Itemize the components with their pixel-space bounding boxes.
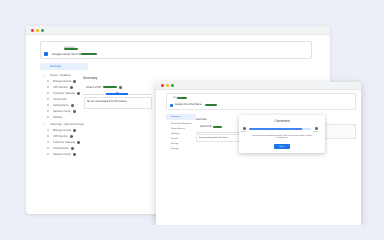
account-icon bbox=[170, 104, 173, 107]
close-dot-icon[interactable] bbox=[31, 28, 34, 32]
sidebar-item-label: VPN Service bbox=[53, 85, 68, 89]
sidebar-item-label: Summary bbox=[50, 65, 62, 68]
redacted-cloud-id bbox=[213, 126, 223, 128]
sidebar-item-label: Manage Access bbox=[53, 79, 72, 83]
source-endpoint-label: Source bbox=[241, 132, 247, 133]
side-card bbox=[320, 124, 356, 139]
info-icon bbox=[70, 103, 74, 107]
info-icon bbox=[69, 134, 73, 138]
sidebar-item-label: Subscriptions bbox=[53, 103, 69, 107]
sidebar-item-summary[interactable]: Summary bbox=[166, 114, 196, 120]
maximize-dot-icon[interactable] bbox=[41, 28, 44, 32]
page-title: Overview bbox=[196, 118, 207, 121]
chevron-down-icon: ⌄ bbox=[42, 73, 45, 77]
info-icon bbox=[73, 79, 77, 83]
source-endpoint-icon bbox=[243, 127, 246, 130]
sidebar-group-label: Source - Realtime bbox=[50, 73, 71, 77]
minimize-dot-icon[interactable] bbox=[36, 28, 39, 32]
info-icon bbox=[77, 91, 81, 95]
sidebar-item-label: Manage Access bbox=[53, 128, 72, 132]
tab-marker: Apr bbox=[116, 92, 120, 94]
info-icon bbox=[70, 146, 74, 150]
illustration-stage: Account Google Cloud Test Name Summary ⌄… bbox=[0, 0, 384, 225]
redacted-account-id bbox=[177, 97, 187, 99]
sidebar-item-label: Cloud Links bbox=[53, 97, 67, 101]
cloud-label: Cloud VCP bbox=[86, 85, 101, 89]
connected-dialog: Connected Source Google Connection has b… bbox=[239, 115, 325, 153]
cloud-row: Cloud VCP bbox=[86, 85, 122, 89]
redacted-account-name bbox=[205, 104, 217, 106]
redacted-account-id bbox=[64, 48, 78, 50]
maximize-dot-icon[interactable] bbox=[171, 84, 174, 87]
sidebar-item-label: VPN Service bbox=[53, 134, 68, 138]
sidebar-item-settings[interactable]: Settings bbox=[40, 114, 88, 120]
sidebar-item-network[interactable]: Network Config bbox=[40, 151, 88, 157]
cloud-label: Cloud VCP bbox=[200, 126, 212, 128]
sidebar-item-label: Network Config bbox=[53, 152, 71, 156]
google-endpoint-label: Google bbox=[313, 132, 319, 133]
google-endpoint-icon bbox=[315, 127, 318, 130]
assignment-text: No vpc cloud assigned for this instance bbox=[199, 137, 229, 139]
section-divider bbox=[196, 132, 242, 133]
info-icon bbox=[72, 109, 76, 113]
sidebar-group-label: Cloud App - App Interconnect bbox=[50, 122, 84, 126]
dialog-message: Connection has been established successf… bbox=[251, 136, 313, 139]
sidebar-item-summary[interactable]: Summary bbox=[40, 63, 88, 70]
sidebar-item-label: Network Config bbox=[53, 109, 71, 113]
cloud-row: Cloud VCP bbox=[200, 126, 223, 128]
sidebar-item-label: Customer Gateway bbox=[53, 91, 76, 95]
account-icon bbox=[44, 52, 48, 56]
sidebar: Summary Cloud Links Anywhere Source Acce… bbox=[166, 114, 196, 151]
dialog-title: Connected bbox=[274, 119, 290, 123]
window-titlebar bbox=[26, 26, 330, 35]
assignment-text: No vpc cloud assigned for this instance bbox=[87, 101, 127, 103]
account-selector[interactable]: Acc Google Cloud Test Name bbox=[166, 93, 356, 110]
sidebar: Summary ⌄ Source - Realtime Manage Acces… bbox=[40, 63, 88, 157]
account-selector[interactable]: Account Google Cloud Test Name bbox=[40, 41, 312, 59]
sidebar-item[interactable]: Settings bbox=[166, 146, 196, 151]
close-dot-icon[interactable] bbox=[161, 84, 164, 87]
info-icon[interactable] bbox=[118, 85, 122, 89]
window-titlebar bbox=[156, 82, 361, 90]
info-icon bbox=[72, 152, 76, 156]
sidebar-item-label: Subscriptions bbox=[53, 146, 69, 150]
page-title: Summary bbox=[83, 76, 98, 80]
info-icon bbox=[73, 128, 77, 132]
done-button[interactable]: Done bbox=[274, 144, 290, 149]
redacted-cloud-id bbox=[102, 86, 117, 88]
info-icon bbox=[69, 85, 73, 89]
sidebar-item-label: Customer Gateway bbox=[53, 140, 76, 144]
info-icon bbox=[77, 140, 81, 144]
chevron-down-icon: ⌄ bbox=[42, 122, 45, 126]
assignment-card bbox=[84, 97, 152, 109]
sidebar-item-label: Settings bbox=[53, 115, 63, 119]
connection-progress-fill bbox=[249, 128, 302, 130]
redacted-account-name bbox=[81, 53, 97, 55]
connection-progress bbox=[249, 128, 311, 130]
account-name: Google Cloud Test Name bbox=[175, 103, 202, 106]
minimize-dot-icon[interactable] bbox=[166, 84, 169, 87]
front-window: Acc Google Cloud Test Name Summary Cloud… bbox=[156, 82, 361, 225]
